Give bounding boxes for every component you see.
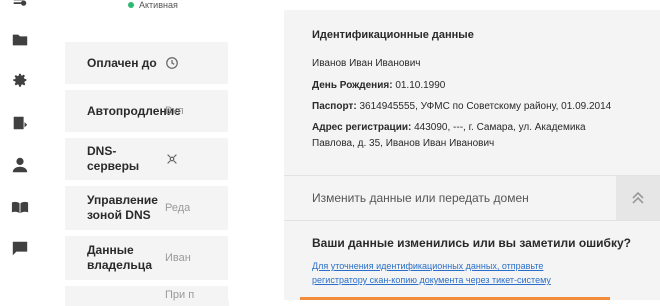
row-label-line: Данные	[87, 243, 134, 257]
row-value: При п	[165, 289, 195, 301]
row-label: Оплачен до	[87, 55, 157, 70]
row-paid-until[interactable]: Оплачен до	[65, 42, 229, 84]
ticket-system-link[interactable]: Для уточнения идентификационных данных, …	[312, 259, 612, 287]
row-label: Управление зоной DNS	[65, 193, 165, 223]
gear-icon[interactable]	[10, 70, 30, 90]
passport-value: 3614945555, УФМС по Советскому району, 0…	[359, 101, 612, 112]
status-dot	[128, 2, 134, 8]
passport-line: Паспорт: 3614945555, УФМС по Советскому …	[312, 99, 611, 115]
change-data-row[interactable]: Изменить данные или передать домен	[284, 175, 660, 221]
row-label-line: зоной DNS	[87, 208, 151, 222]
identity-card: Идентификационные данные Иванов Иван Ива…	[284, 10, 660, 300]
row-label-line: владельца	[87, 258, 153, 272]
address-block: Адрес регистрации: 443090, ---, г. Самар…	[312, 120, 642, 152]
book-icon[interactable]	[10, 197, 30, 217]
status-badge: Активная	[128, 0, 178, 10]
domain-info-column: Активная Оплачен до Автопродление Вкл DN…	[40, 0, 229, 306]
row-label: DNS-серверы	[87, 144, 140, 173]
address-value: Павлова, д. 35, Иванов Иван Иванович	[312, 138, 495, 149]
address-label: Адрес регистрации:	[312, 122, 412, 133]
link-line[interactable]: регистратору скан-копию документа через …	[312, 275, 551, 285]
row-value: Реда	[165, 202, 191, 214]
collapse-button[interactable]	[616, 176, 660, 220]
row-owner-data[interactable]: Данные владельца Иван	[65, 236, 229, 280]
chat-icon[interactable]	[10, 238, 30, 258]
row-label: Данные владельца	[65, 243, 165, 273]
sidebar-rail	[0, 0, 41, 300]
change-data-label[interactable]: Изменить данные или передать домен	[312, 191, 529, 205]
row-label: Автопродление	[87, 103, 181, 118]
birthday-value: 01.10.1990	[395, 80, 446, 91]
error-question: Ваши данные изменились или вы заметили о…	[312, 236, 631, 250]
row-value: Иван	[165, 252, 191, 264]
row-label-line: Управление	[87, 193, 158, 207]
row-dns-servers[interactable]: DNS-серверы	[65, 138, 229, 180]
user-icon[interactable]	[10, 155, 30, 175]
clock-icon	[165, 56, 179, 70]
row-autorenew[interactable]: Автопродление Вкл	[65, 90, 229, 132]
address-value: 443090, ---, г. Самара, ул. Академика	[414, 122, 586, 133]
document-icon[interactable]	[10, 113, 30, 133]
panel-title: Идентификационные данные	[312, 29, 474, 41]
chevron-up-icon	[632, 191, 644, 204]
birthday-line: День Рождения: 01.10.1990	[312, 78, 445, 94]
folder-icon[interactable]	[10, 30, 30, 50]
owner-name: Иванов Иван Иванович	[312, 58, 421, 69]
row-value: Вкл	[165, 105, 184, 117]
passport-label: Паспорт:	[312, 101, 357, 112]
row-next[interactable]: При п	[65, 286, 229, 306]
owner-details-panel: Идентификационные данные Иванов Иван Ива…	[228, 0, 660, 300]
account-icon[interactable]	[10, 0, 30, 14]
link-line[interactable]: Для уточнения идентификационных данных, …	[312, 261, 543, 271]
row-dns-zone[interactable]: Управление зоной DNS Реда	[65, 186, 229, 230]
network-icon	[165, 152, 179, 166]
panel-gutter	[228, 0, 284, 300]
status-label: Активная	[139, 0, 178, 10]
birthday-label: День Рождения:	[312, 80, 393, 91]
